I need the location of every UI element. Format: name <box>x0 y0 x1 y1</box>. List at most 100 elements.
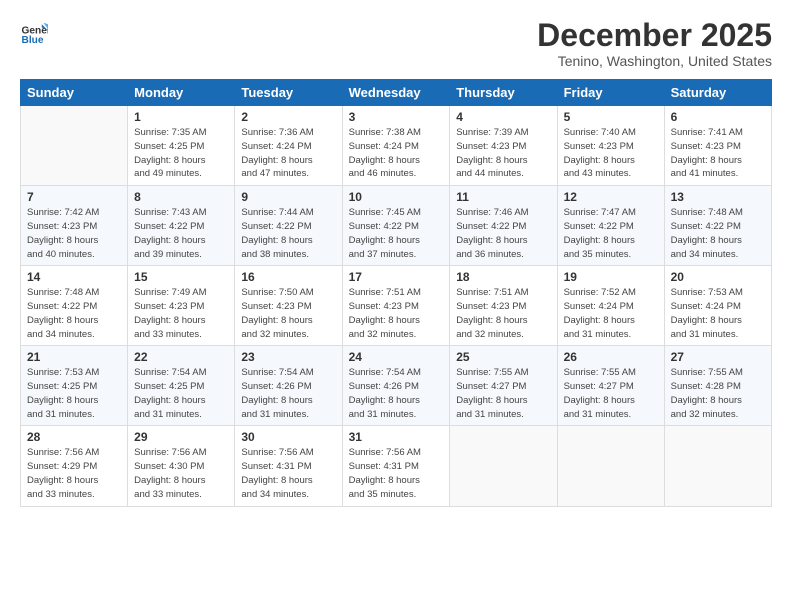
day-info: Sunrise: 7:36 AM Sunset: 4:24 PM Dayligh… <box>241 126 335 181</box>
day-info: Sunrise: 7:48 AM Sunset: 4:22 PM Dayligh… <box>671 206 765 261</box>
day-number: 2 <box>241 110 335 124</box>
day-info: Sunrise: 7:39 AM Sunset: 4:23 PM Dayligh… <box>456 126 550 181</box>
day-number: 18 <box>456 270 550 284</box>
day-info: Sunrise: 7:56 AM Sunset: 4:29 PM Dayligh… <box>27 446 121 501</box>
day-cell: 5Sunrise: 7:40 AM Sunset: 4:23 PM Daylig… <box>557 106 664 186</box>
day-info: Sunrise: 7:54 AM Sunset: 4:26 PM Dayligh… <box>241 366 335 421</box>
week-row: 14 Sunrise: 7:48 AM Sunset: 4:22 PM Dayli… <box>21 266 772 346</box>
month-title: December 2025 <box>537 18 772 53</box>
week-row: 28 Sunrise: 7:56 AM Sunset: 4:29 PM Dayli… <box>21 426 772 506</box>
day-number: 1 <box>134 110 228 124</box>
week-row: 7Sunrise: 7:42 AM Sunset: 4:23 PM Daylig… <box>21 186 772 266</box>
day-cell: 27 Sunrise: 7:55 AM Sunset: 4:28 PM Dayli… <box>664 346 771 426</box>
day-cell: 15 Sunrise: 7:49 AM Sunset: 4:23 PM Dayli… <box>128 266 235 346</box>
day-number: 20 <box>671 270 765 284</box>
day-info: Sunrise: 7:53 AM Sunset: 4:24 PM Dayligh… <box>671 286 765 341</box>
day-cell: 11 Sunrise: 7:46 AM Sunset: 4:22 PM Dayli… <box>450 186 557 266</box>
day-info: Sunrise: 7:46 AM Sunset: 4:22 PM Dayligh… <box>456 206 550 261</box>
day-cell: 14 Sunrise: 7:48 AM Sunset: 4:22 PM Dayli… <box>21 266 128 346</box>
day-info: Sunrise: 7:48 AM Sunset: 4:22 PM Dayligh… <box>27 286 121 341</box>
day-cell: 8 Sunrise: 7:43 AM Sunset: 4:22 PM Daylig… <box>128 186 235 266</box>
day-number: 3 <box>349 110 444 124</box>
day-number: 8 <box>134 190 228 204</box>
day-cell: 19 Sunrise: 7:52 AM Sunset: 4:24 PM Dayli… <box>557 266 664 346</box>
day-info: Sunrise: 7:49 AM Sunset: 4:23 PM Dayligh… <box>134 286 228 341</box>
page: General Blue December 2025 Tenino, Washi… <box>0 0 792 612</box>
weekday-header: Tuesday <box>235 80 342 106</box>
weekday-header: Monday <box>128 80 235 106</box>
day-info: Sunrise: 7:41 AM Sunset: 4:23 PM Dayligh… <box>671 126 765 181</box>
day-cell: 30 Sunrise: 7:56 AM Sunset: 4:31 PM Dayli… <box>235 426 342 506</box>
day-number: 11 <box>456 190 550 204</box>
day-cell: 28 Sunrise: 7:56 AM Sunset: 4:29 PM Dayli… <box>21 426 128 506</box>
day-cell: 23 Sunrise: 7:54 AM Sunset: 4:26 PM Dayli… <box>235 346 342 426</box>
logo: General Blue <box>20 18 48 46</box>
day-cell: 26Sunrise: 7:55 AM Sunset: 4:27 PM Dayli… <box>557 346 664 426</box>
day-number: 27 <box>671 350 765 364</box>
day-cell: 6Sunrise: 7:41 AM Sunset: 4:23 PM Daylig… <box>664 106 771 186</box>
day-cell: 16Sunrise: 7:50 AM Sunset: 4:23 PM Dayli… <box>235 266 342 346</box>
day-info: Sunrise: 7:51 AM Sunset: 4:23 PM Dayligh… <box>456 286 550 341</box>
day-number: 21 <box>27 350 121 364</box>
day-number: 22 <box>134 350 228 364</box>
day-cell: 25 Sunrise: 7:55 AM Sunset: 4:27 PM Dayli… <box>450 346 557 426</box>
day-number: 29 <box>134 430 228 444</box>
day-info: Sunrise: 7:47 AM Sunset: 4:22 PM Dayligh… <box>564 206 658 261</box>
day-info: Sunrise: 7:55 AM Sunset: 4:28 PM Dayligh… <box>671 366 765 421</box>
header: General Blue December 2025 Tenino, Washi… <box>20 18 772 69</box>
day-info: Sunrise: 7:51 AM Sunset: 4:23 PM Dayligh… <box>349 286 444 341</box>
day-cell: 3 Sunrise: 7:38 AM Sunset: 4:24 PM Daylig… <box>342 106 450 186</box>
day-info: Sunrise: 7:38 AM Sunset: 4:24 PM Dayligh… <box>349 126 444 181</box>
day-cell <box>557 426 664 506</box>
day-number: 9 <box>241 190 335 204</box>
day-number: 31 <box>349 430 444 444</box>
day-info: Sunrise: 7:52 AM Sunset: 4:24 PM Dayligh… <box>564 286 658 341</box>
day-number: 30 <box>241 430 335 444</box>
day-number: 4 <box>456 110 550 124</box>
weekday-header: Saturday <box>664 80 771 106</box>
day-info: Sunrise: 7:56 AM Sunset: 4:31 PM Dayligh… <box>349 446 444 501</box>
day-cell: 7Sunrise: 7:42 AM Sunset: 4:23 PM Daylig… <box>21 186 128 266</box>
location: Tenino, Washington, United States <box>537 53 772 69</box>
day-cell: 18 Sunrise: 7:51 AM Sunset: 4:23 PM Dayli… <box>450 266 557 346</box>
day-cell: 4 Sunrise: 7:39 AM Sunset: 4:23 PM Daylig… <box>450 106 557 186</box>
day-number: 10 <box>349 190 444 204</box>
day-info: Sunrise: 7:53 AM Sunset: 4:25 PM Dayligh… <box>27 366 121 421</box>
weekday-header: Sunday <box>21 80 128 106</box>
day-cell <box>21 106 128 186</box>
day-cell: 9 Sunrise: 7:44 AM Sunset: 4:22 PM Daylig… <box>235 186 342 266</box>
day-number: 14 <box>27 270 121 284</box>
week-row: 21 Sunrise: 7:53 AM Sunset: 4:25 PM Dayli… <box>21 346 772 426</box>
day-cell: 21 Sunrise: 7:53 AM Sunset: 4:25 PM Dayli… <box>21 346 128 426</box>
day-number: 28 <box>27 430 121 444</box>
day-info: Sunrise: 7:55 AM Sunset: 4:27 PM Dayligh… <box>456 366 550 421</box>
svg-text:Blue: Blue <box>22 35 44 46</box>
day-info: Sunrise: 7:43 AM Sunset: 4:22 PM Dayligh… <box>134 206 228 261</box>
day-info: Sunrise: 7:44 AM Sunset: 4:22 PM Dayligh… <box>241 206 335 261</box>
day-cell: 1 Sunrise: 7:35 AM Sunset: 4:25 PM Daylig… <box>128 106 235 186</box>
day-number: 15 <box>134 270 228 284</box>
day-cell: 12Sunrise: 7:47 AM Sunset: 4:22 PM Dayli… <box>557 186 664 266</box>
calendar-table: SundayMondayTuesdayWednesdayThursdayFrid… <box>20 79 772 506</box>
day-number: 23 <box>241 350 335 364</box>
day-cell <box>450 426 557 506</box>
day-cell: 31 Sunrise: 7:56 AM Sunset: 4:31 PM Dayli… <box>342 426 450 506</box>
day-cell: 20 Sunrise: 7:53 AM Sunset: 4:24 PM Dayli… <box>664 266 771 346</box>
day-info: Sunrise: 7:56 AM Sunset: 4:31 PM Dayligh… <box>241 446 335 501</box>
day-info: Sunrise: 7:56 AM Sunset: 4:30 PM Dayligh… <box>134 446 228 501</box>
week-row: 1 Sunrise: 7:35 AM Sunset: 4:25 PM Daylig… <box>21 106 772 186</box>
day-cell <box>664 426 771 506</box>
day-cell: 13Sunrise: 7:48 AM Sunset: 4:22 PM Dayli… <box>664 186 771 266</box>
day-cell: 24Sunrise: 7:54 AM Sunset: 4:26 PM Dayli… <box>342 346 450 426</box>
weekday-header: Thursday <box>450 80 557 106</box>
day-number: 5 <box>564 110 658 124</box>
day-number: 19 <box>564 270 658 284</box>
day-info: Sunrise: 7:35 AM Sunset: 4:25 PM Dayligh… <box>134 126 228 181</box>
day-info: Sunrise: 7:42 AM Sunset: 4:23 PM Dayligh… <box>27 206 121 261</box>
day-number: 24 <box>349 350 444 364</box>
day-cell: 17Sunrise: 7:51 AM Sunset: 4:23 PM Dayli… <box>342 266 450 346</box>
day-cell: 2 Sunrise: 7:36 AM Sunset: 4:24 PM Daylig… <box>235 106 342 186</box>
day-number: 25 <box>456 350 550 364</box>
logo-icon: General Blue <box>20 18 48 46</box>
weekday-header: Wednesday <box>342 80 450 106</box>
